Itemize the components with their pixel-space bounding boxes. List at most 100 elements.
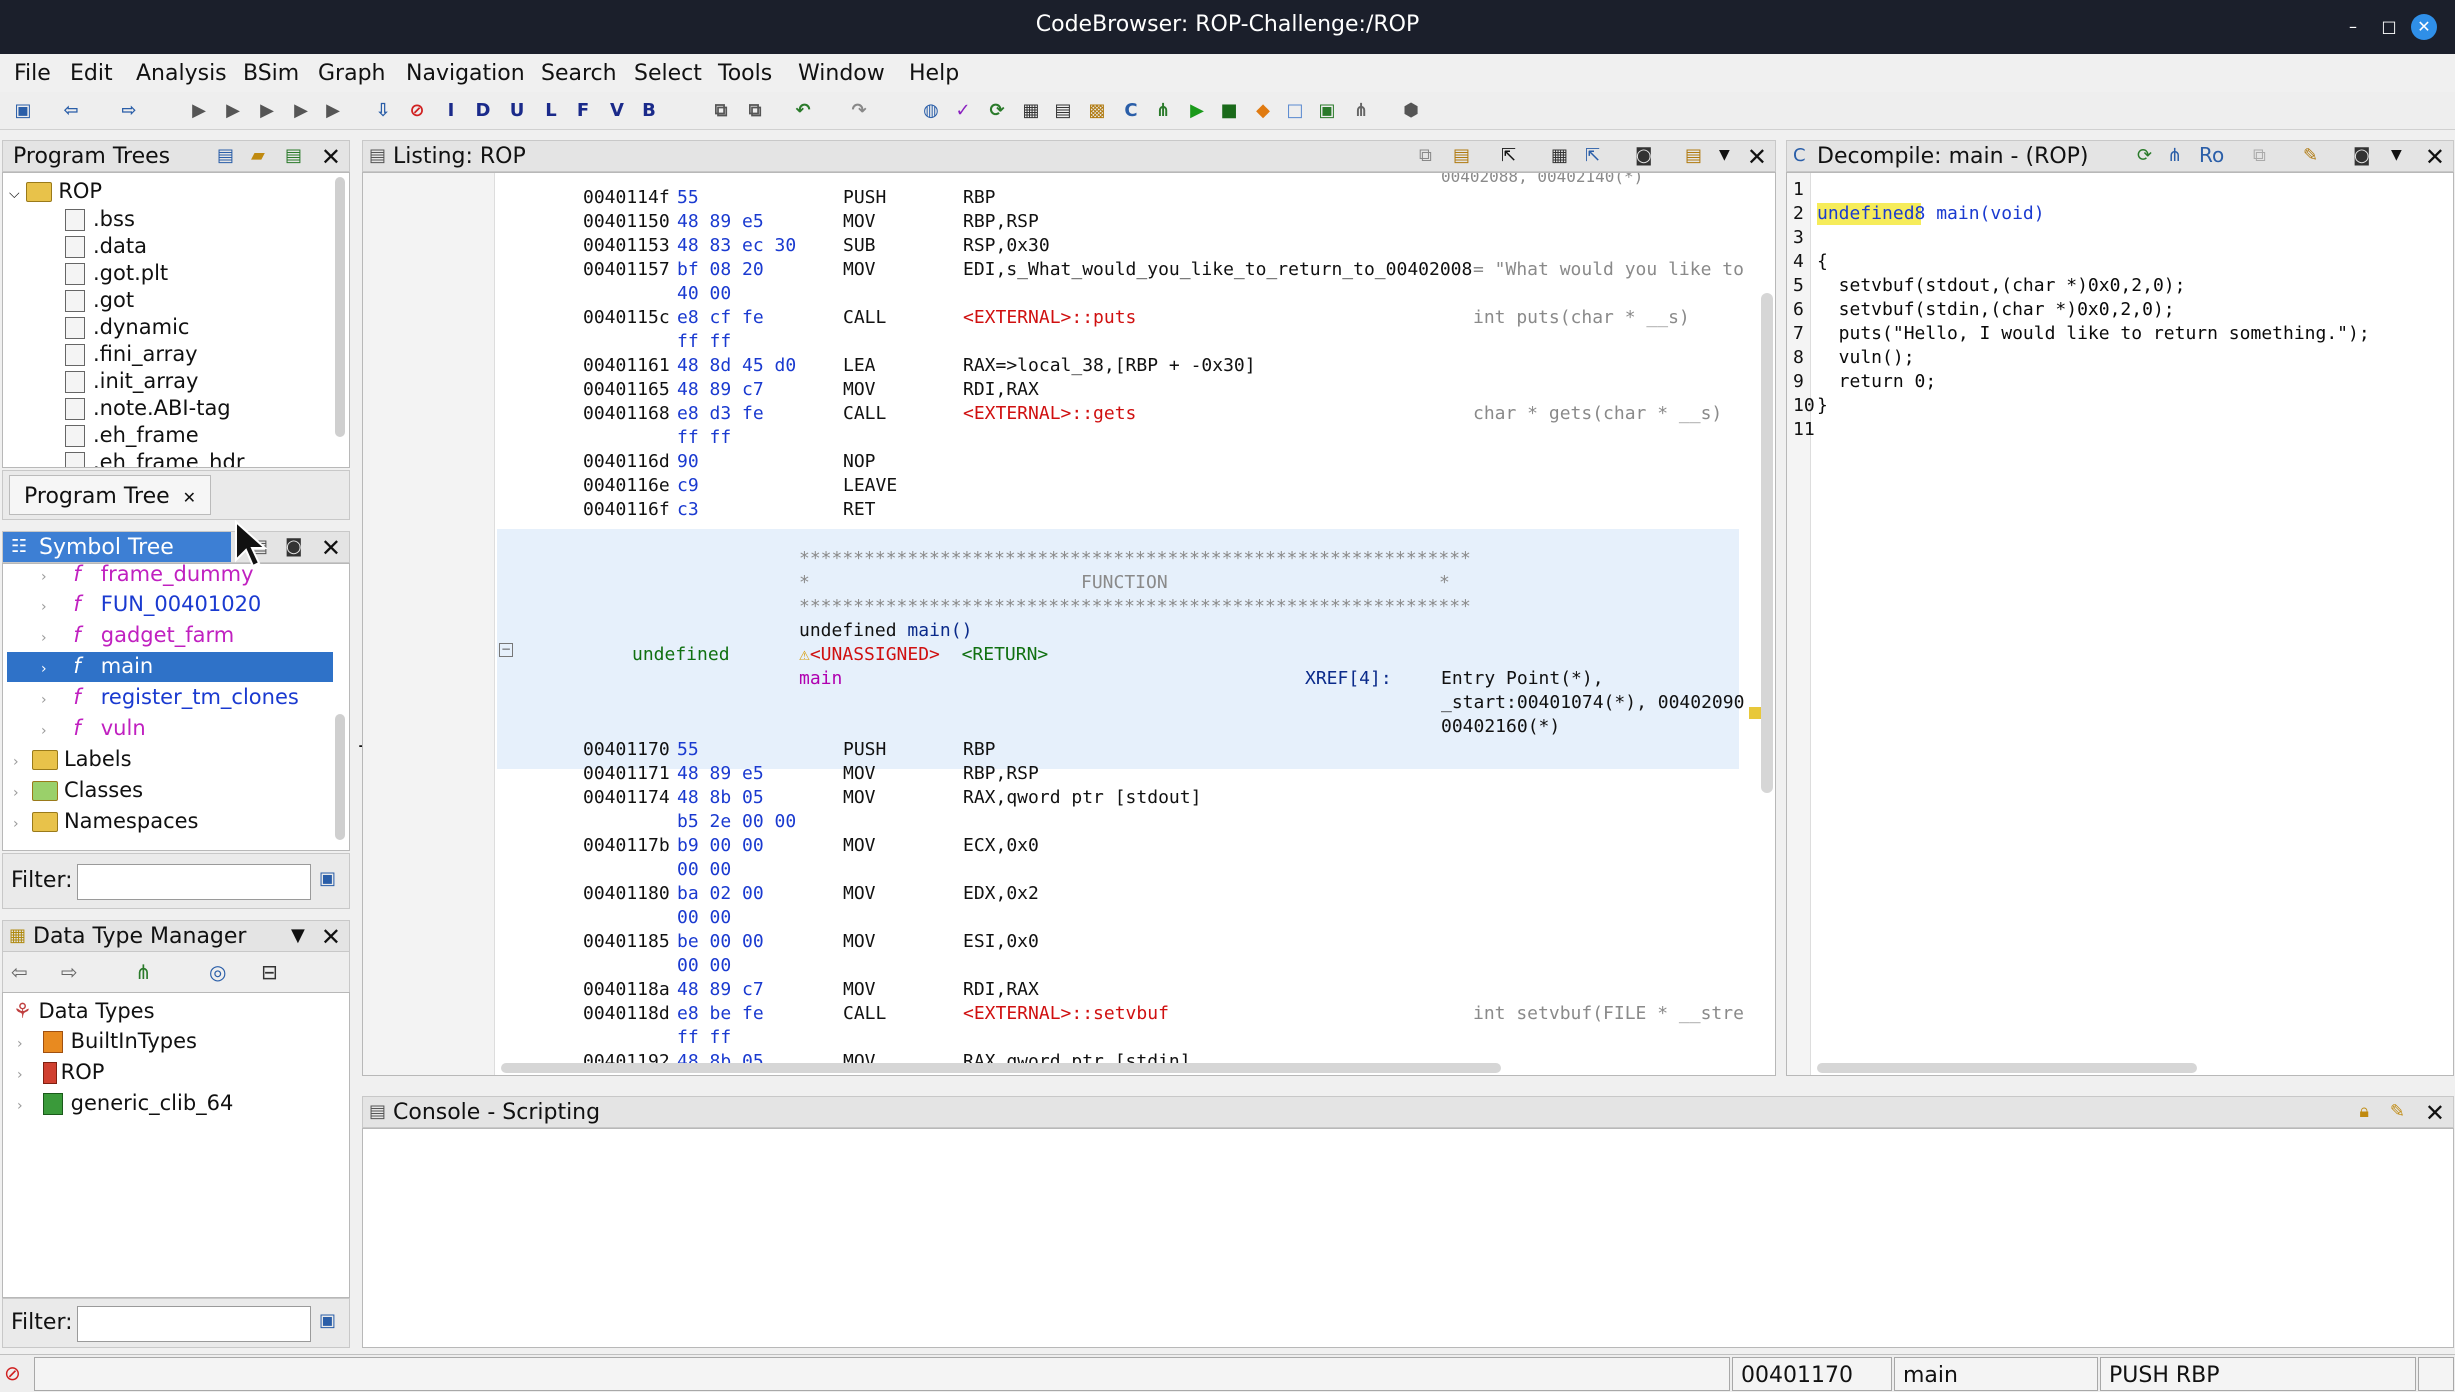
program-tree-root[interactable]: ⌵ ROP (9, 179, 102, 205)
listing-comment[interactable]: int setvbuf(FILE * __stre (1473, 1003, 1744, 1025)
decompile-pane[interactable]: 1 2 undefined8 main(void) 3 4 {5 setvbuf(stdo… (1786, 172, 2454, 1076)
next-undefined-icon[interactable]: ▶ (256, 100, 278, 122)
listing-address[interactable]: 00401174 (583, 787, 670, 809)
listing-operand[interactable]: ESI,0x0 (963, 931, 1039, 953)
listing-bytes[interactable]: 48 89 c7 (677, 379, 764, 401)
listing-operand[interactable]: RBP (963, 187, 996, 209)
symbol-function-row[interactable]: › f FUN_00401020 (41, 592, 261, 618)
dt-sync-icon[interactable]: ◎ (209, 960, 226, 984)
menu-window[interactable]: Window (798, 61, 885, 86)
listing-mnemonic[interactable]: MOV (843, 379, 876, 401)
listing-operand[interactable]: EDX,0x2 (963, 883, 1039, 905)
section-init-array[interactable]: .init_array (65, 369, 198, 395)
close-symbol-tree-icon[interactable]: ✕ (321, 534, 341, 562)
listing-bytes[interactable]: ff ff (677, 1027, 731, 1049)
window-icon[interactable]: □ (1284, 100, 1306, 122)
listing-address[interactable]: 0040118a (583, 979, 670, 1001)
menu-navigation[interactable]: Navigation (406, 61, 525, 86)
listing-comment[interactable]: int puts(char * __s) (1473, 307, 1690, 329)
collapse-function-icon[interactable]: − (499, 643, 513, 657)
symbol-folder-namespaces[interactable]: › Namespaces (13, 809, 198, 835)
symbol-filter-input[interactable] (77, 864, 311, 900)
section-got[interactable]: .got (65, 288, 134, 314)
dt-generic-clib[interactable]: › generic_clib_64 (17, 1091, 233, 1117)
console-pane[interactable] (362, 1128, 2454, 1348)
open-folder-icon[interactable]: ▰ (251, 145, 265, 166)
listing-mnemonic[interactable]: MOV (843, 979, 876, 1001)
grid-icon[interactable]: ▦ (1020, 100, 1042, 122)
diff-icon[interactable]: ⇱ (1585, 145, 1600, 166)
listing-address[interactable]: 00401161 (583, 355, 670, 377)
symbol-folder-labels[interactable]: › Labels (13, 747, 132, 773)
listing-address[interactable]: 0040116f (583, 499, 670, 521)
listing-address[interactable]: 00401171 (583, 763, 670, 785)
close-program-trees-icon[interactable]: ✕ (321, 143, 341, 171)
decompile-graph-icon[interactable]: ⋔ (2167, 145, 2182, 166)
listing-mnemonic[interactable]: SUB (843, 235, 876, 257)
forward-icon[interactable]: ⇨ (118, 100, 140, 122)
symbol-tree-scrollbar[interactable] (335, 714, 345, 840)
minimize-button[interactable]: – (2340, 14, 2366, 40)
paste-listing-icon[interactable]: ▤ (1453, 145, 1470, 166)
listing-address[interactable]: 0040117b (583, 835, 670, 857)
listing-bytes[interactable]: ff ff (677, 331, 731, 353)
listing-bytes[interactable]: e8 cf fe (677, 307, 764, 329)
data-types-root[interactable]: ⚘ Data Types (13, 999, 155, 1025)
listing-hscrollbar[interactable] (501, 1063, 1501, 1073)
listing-bytes[interactable]: 48 89 e5 (677, 211, 764, 233)
next-instruction-icon[interactable]: ▶ (188, 100, 210, 122)
bytes-icon[interactable]: ▩ (1086, 100, 1108, 122)
listing-mnemonic[interactable]: LEA (843, 355, 876, 377)
section-eh-frame-hdr[interactable]: .eh_frame_hdr (65, 450, 244, 467)
listing-bytes[interactable]: bf 08 20 (677, 259, 764, 281)
listing-bytes[interactable]: 00 00 (677, 955, 731, 977)
listing-bytes[interactable]: 48 83 ec 30 (677, 235, 796, 257)
listing-operand[interactable]: RAX,qword ptr [stdout] (963, 787, 1201, 809)
listing-comment[interactable]: char * gets(char * __s) (1473, 403, 1722, 425)
plugin-icon[interactable]: ⬢ (1400, 100, 1422, 122)
menu-bsim[interactable]: BSim (243, 61, 299, 86)
menu-graph[interactable]: Graph (318, 61, 385, 86)
section-dynamic[interactable]: .dynamic (65, 315, 189, 341)
decompile-menu-icon[interactable]: ▼ (2391, 147, 2402, 163)
listing-address[interactable]: 00401165 (583, 379, 670, 401)
listing-pane[interactable]: 00402088, 00402140(*) 0040114f 55 PUSH RBP 0… (362, 172, 1776, 1076)
tab-program-tree[interactable]: Program Tree ✕ (9, 475, 212, 515)
program-tree-scrollbar[interactable] (335, 177, 345, 437)
decompile-code-line[interactable]: } (1817, 395, 1828, 417)
listing-bytes[interactable]: 00 00 (677, 859, 731, 881)
close-listing-icon[interactable]: ✕ (1747, 143, 1767, 171)
terminal-icon[interactable]: ■ (1218, 100, 1240, 122)
refresh-icon[interactable]: ⟳ (986, 100, 1008, 122)
listing-mnemonic[interactable]: PUSH (843, 187, 886, 209)
listing-bytes[interactable]: ff ff (677, 427, 731, 449)
menu-help[interactable]: Help (909, 61, 959, 86)
listing-operand[interactable]: <EXTERNAL>::gets (963, 403, 1136, 425)
listing-address[interactable]: 0040115c (583, 307, 670, 329)
add-fragment-icon[interactable]: ▤ (285, 145, 302, 166)
listing-address[interactable]: 00401170 (583, 739, 670, 761)
decompile-code-line[interactable]: undefined8 main(void) (1817, 203, 2045, 225)
listing-mnemonic[interactable]: MOV (843, 259, 876, 281)
edit-fields-icon[interactable]: ▦ (1551, 145, 1568, 166)
func-xref-3[interactable]: 00402160(*) (1441, 716, 1560, 738)
decompile-code-line[interactable]: setvbuf(stdout,(char *)0x0,2,0); (1817, 275, 2186, 297)
section-data[interactable]: .data (65, 234, 147, 260)
section-got-plt[interactable]: .got.plt (65, 261, 168, 287)
dt-forward-icon[interactable]: ⇨ (61, 960, 78, 984)
listing-mnemonic[interactable]: MOV (843, 787, 876, 809)
func-label-main[interactable]: main (799, 668, 842, 690)
listing-address[interactable]: 00401157 (583, 259, 670, 281)
decompile-ro-label[interactable]: Ro (2199, 143, 2224, 167)
listing-mnemonic[interactable]: MOV (843, 763, 876, 785)
image-icon[interactable]: ▣ (1316, 100, 1338, 122)
menu-analysis[interactable]: Analysis (136, 61, 227, 86)
listing-mnemonic[interactable]: CALL (843, 403, 886, 425)
close-data-type-manager-icon[interactable]: ✕ (321, 923, 341, 951)
listing-address[interactable]: 0040114f (583, 187, 670, 209)
listing-mnemonic[interactable]: MOV (843, 835, 876, 857)
func-xref-1[interactable]: Entry Point(*), (1441, 668, 1604, 690)
listing-bytes[interactable]: e8 be fe (677, 1003, 764, 1025)
listing-operand[interactable]: <EXTERNAL>::puts (963, 307, 1136, 329)
graph-icon[interactable]: ⋔ (1152, 100, 1174, 122)
